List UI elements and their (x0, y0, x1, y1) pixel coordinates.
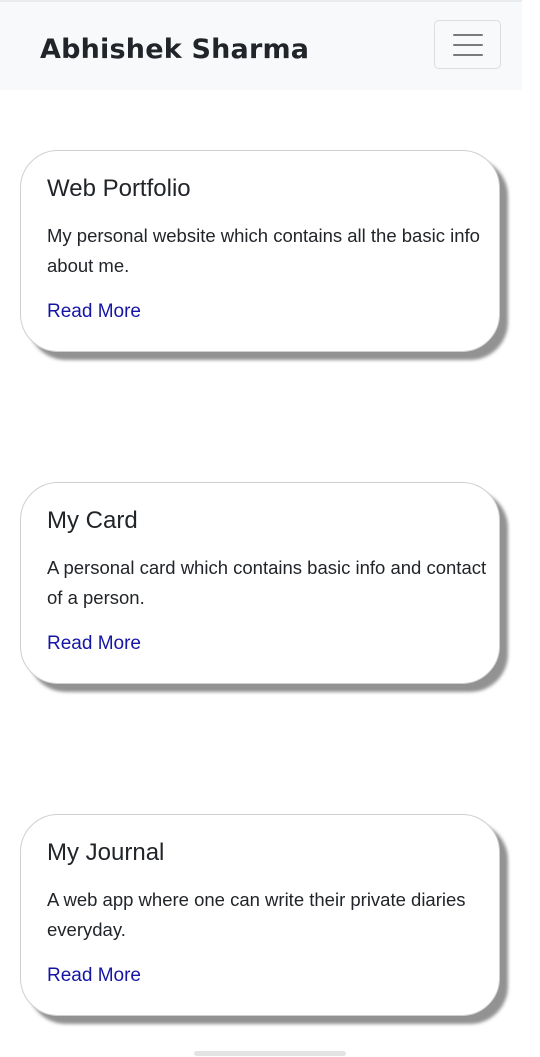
navbar-brand[interactable]: Abhishek Sharma (40, 32, 309, 68)
navbar-toggler-button[interactable] (434, 20, 501, 69)
card-title: My Card (47, 507, 138, 534)
navbar: Abhishek Sharma (0, 0, 522, 90)
project-card-my-journal: My Journal A web app where one can write… (20, 814, 500, 1016)
card-title: Web Portfolio (47, 175, 191, 202)
read-more-link[interactable]: Read More (47, 631, 141, 657)
page: Abhishek Sharma Web Portfolio My persona… (0, 0, 540, 1057)
read-more-link[interactable]: Read More (47, 963, 141, 989)
home-indicator (194, 1051, 346, 1056)
card-title: My Journal (47, 839, 165, 866)
card-text: My personal website which contains all t… (47, 225, 480, 276)
card-text: A personal card which contains basic inf… (47, 557, 487, 608)
project-card-web-portfolio: Web Portfolio My personal website which … (20, 150, 500, 352)
hamburger-menu-icon (453, 34, 483, 56)
card-text: A web app where one can write their priv… (47, 889, 466, 940)
project-card-my-card: My Card A personal card which contains b… (20, 482, 500, 684)
read-more-link[interactable]: Read More (47, 299, 141, 325)
